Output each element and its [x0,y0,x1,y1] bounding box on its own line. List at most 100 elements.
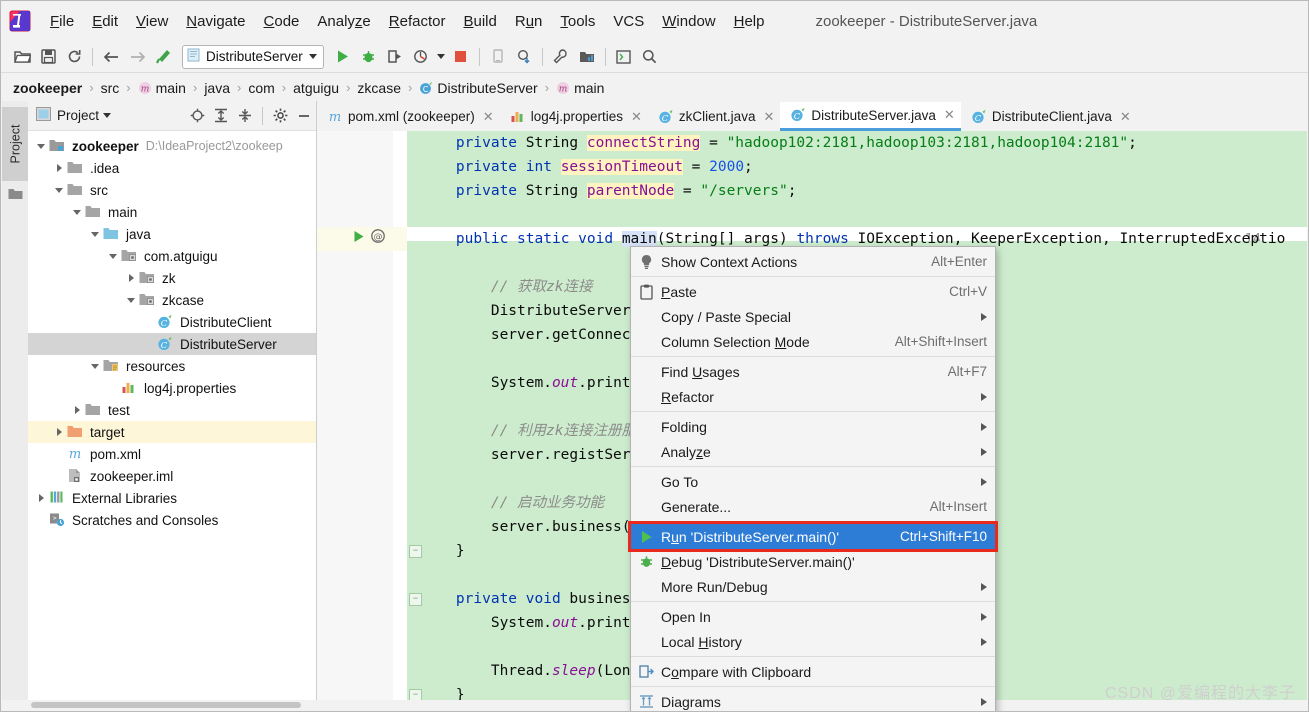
tree-item-distributeserver[interactable]: CDistributeServer [28,333,316,355]
context-menu-item-diagrams[interactable]: Diagrams [631,689,995,712]
editor-tab-distributeclient-java[interactable]: CDistributeClient.java✕ [961,102,1137,131]
context-menu-item-analyze[interactable]: Analyze [631,439,995,464]
close-icon[interactable]: ✕ [483,109,494,125]
search-icon[interactable] [637,45,663,69]
context-menu-item-find-usages[interactable]: Find UsagesAlt+F7 [631,359,995,384]
chevron-down-icon[interactable] [70,205,84,219]
menu-vcs[interactable]: VCS [604,11,653,32]
context-menu-item-compare-with-clipboard[interactable]: Compare with Clipboard [631,659,995,684]
breadcrumb-item-main[interactable]: mmain [556,80,604,96]
wrench-icon[interactable] [548,45,574,69]
editor-context-menu[interactable]: Show Context ActionsAlt+EnterPasteCtrl+V… [630,246,996,712]
tree-item-java[interactable]: java [28,223,316,245]
run-coverage-icon[interactable] [382,45,408,69]
tree-item-external-libraries[interactable]: External Libraries [28,487,316,509]
context-menu-item-debug-distributeserver-main[interactable]: Debug 'DistributeServer.main()' [631,549,995,574]
breadcrumb-item-zookeeper[interactable]: zookeeper [13,80,82,96]
tree-item-log4j-properties[interactable]: log4j.properties [28,377,316,399]
context-menu-item-column-selection-mode[interactable]: Column Selection ModeAlt+Shift+Insert [631,329,995,354]
tree-item-main[interactable]: main [28,201,316,223]
menu-code[interactable]: Code [255,11,309,32]
run-configuration-selector[interactable]: DistributeServer [182,45,324,69]
chevron-down-icon[interactable] [309,54,317,59]
context-menu-item-generate[interactable]: Generate...Alt+Insert [631,494,995,519]
menu-tools[interactable]: Tools [551,11,604,32]
save-icon[interactable] [35,45,61,69]
context-menu-item-folding[interactable]: Folding [631,414,995,439]
fold-marker-27[interactable]: − [409,545,422,558]
chevron-right-icon[interactable] [52,425,66,439]
tree-item-com-atguigu[interactable]: com.atguigu [28,245,316,267]
tree-item-zkcase[interactable]: zkcase [28,289,316,311]
close-icon[interactable]: ✕ [944,107,955,123]
locate-file-icon[interactable] [185,105,209,127]
device-manager-icon[interactable] [485,45,511,69]
context-menu-item-run-distributeserver-main[interactable]: Run 'DistributeServer.main()'Ctrl+Shift+… [631,524,995,549]
structure-folder-icon[interactable] [8,187,23,203]
chevron-down-icon[interactable] [34,139,48,153]
tree-item-zookeeper[interactable]: zookeeperD:\IdeaProject2\zookeep [28,135,316,157]
breadcrumb-item-main[interactable]: mmain [138,80,186,96]
breadcrumb-item-src[interactable]: src [101,80,120,96]
run-gutter-icon[interactable] [353,230,365,246]
chevron-down-icon[interactable] [52,183,66,197]
menu-window[interactable]: Window [653,11,724,32]
editor-tab-log4j-properties[interactable]: log4j.properties✕ [500,102,648,131]
chevron-right-icon[interactable] [34,491,48,505]
tree-item-pom-xml[interactable]: mpom.xml [28,443,316,465]
context-menu-item-refactor[interactable]: Refactor [631,384,995,409]
profiler-dropdown-icon[interactable] [434,45,448,69]
forward-arrow-icon[interactable] [124,45,150,69]
editor-tab-pom-xml-zookeeper-[interactable]: mpom.xml (zookeeper)✕ [317,102,500,131]
breadcrumb-item-atguigu[interactable]: atguigu [293,80,339,96]
project-horizontal-scrollbar[interactable] [31,702,301,708]
menu-navigate[interactable]: Navigate [177,11,254,32]
update-icon[interactable] [511,45,537,69]
context-menu-item-more-run-debug[interactable]: More Run/Debug [631,574,995,599]
menu-edit[interactable]: Edit [83,11,127,32]
context-menu-item-go-to[interactable]: Go To [631,469,995,494]
editor-tab-zkclient-java[interactable]: CzkClient.java✕ [648,102,780,131]
stop-icon[interactable] [448,45,474,69]
chevron-down-icon[interactable] [88,227,102,241]
menu-build[interactable]: Build [454,11,505,32]
build-hammer-icon[interactable] [150,45,176,69]
breadcrumb-item-java[interactable]: java [204,80,230,96]
tree-item-src[interactable]: src [28,179,316,201]
breadcrumb-item-zkcase[interactable]: zkcase [357,80,401,96]
chevron-down-icon[interactable] [88,359,102,373]
collapse-all-icon[interactable] [233,105,257,127]
editor-tab-distributeserver-java[interactable]: CDistributeServer.java✕ [780,102,960,131]
close-icon[interactable]: ✕ [631,109,642,125]
tree-item-distributeclient[interactable]: CDistributeClient [28,311,316,333]
expand-all-icon[interactable] [209,105,233,127]
close-icon[interactable]: ✕ [1120,109,1131,125]
context-menu-item-local-history[interactable]: Local History [631,629,995,654]
tree-item-target[interactable]: target [28,421,316,443]
breadcrumb-item-com[interactable]: com [248,80,274,96]
editor-gutter[interactable] [317,131,393,710]
gear-icon[interactable] [268,105,292,127]
tree-item-scratches-and-consoles[interactable]: >_Scratches and Consoles [28,509,316,531]
chevron-right-icon[interactable] [52,161,66,175]
menu-file[interactable]: File [41,11,83,32]
chevron-right-icon[interactable] [70,403,84,417]
fold-marker-29[interactable]: − [409,593,422,606]
tree-item-test[interactable]: test [28,399,316,421]
terminal-icon[interactable] [611,45,637,69]
breadcrumb-item-distributeserver[interactable]: CDistributeServer [419,80,537,96]
menu-analyze[interactable]: Analyze [308,11,379,32]
hide-panel-icon[interactable] [292,105,316,127]
tree-item-zk[interactable]: zk [28,267,316,289]
context-menu-item-paste[interactable]: PasteCtrl+V [631,279,995,304]
context-menu-item-open-in[interactable]: Open In [631,604,995,629]
sidebar-tab-project[interactable]: Project [2,107,28,181]
menu-view[interactable]: View [127,11,177,32]
menu-refactor[interactable]: Refactor [380,11,455,32]
open-folder-icon[interactable] [9,45,35,69]
run-icon[interactable] [330,45,356,69]
tree-item-zookeeper-iml[interactable]: zookeeper.iml [28,465,316,487]
profiler-icon[interactable] [408,45,434,69]
sync-icon[interactable] [61,45,87,69]
chevron-right-icon[interactable] [124,271,138,285]
